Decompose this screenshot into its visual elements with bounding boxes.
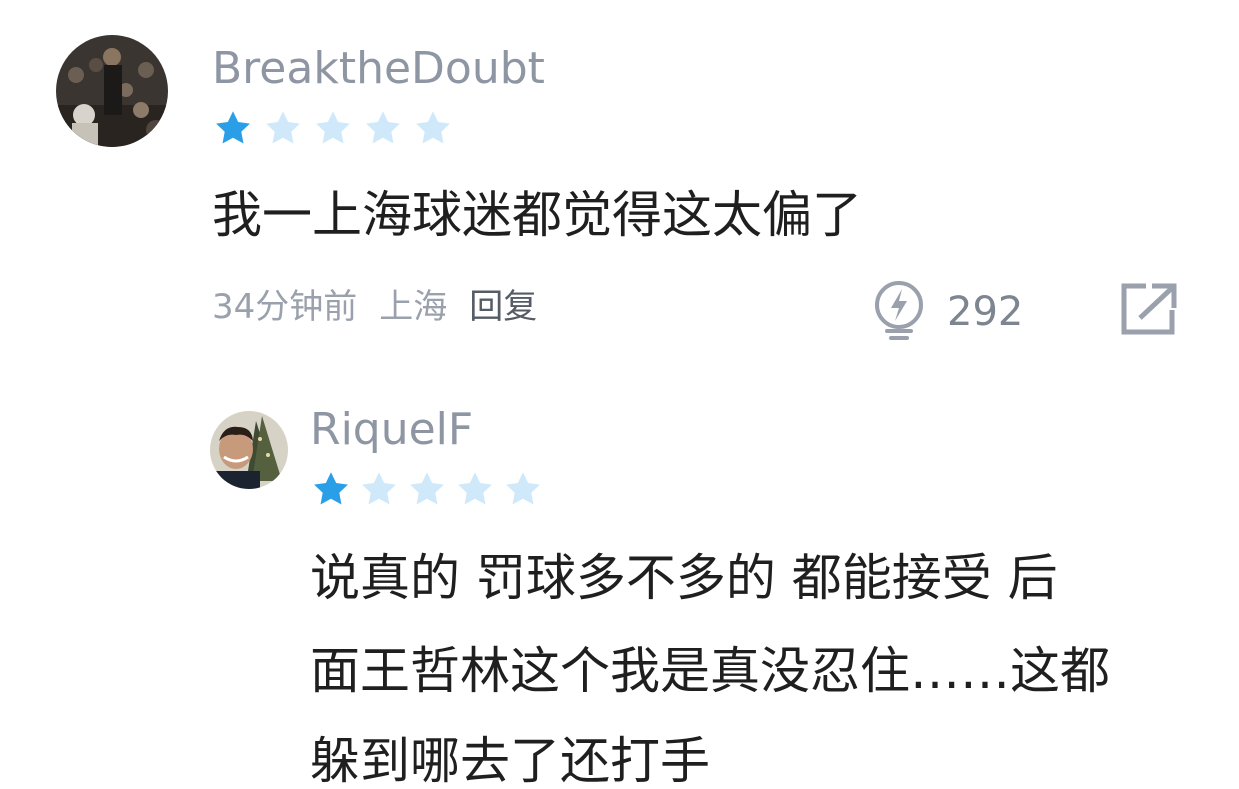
comment-text: 我一上海球迷都觉得这太偏了	[212, 186, 862, 244]
comment-text-line: 说真的 罚球多不多的 都能接受 后	[310, 549, 1058, 607]
star-icon	[504, 471, 542, 507]
star-rating	[214, 110, 452, 146]
star-icon	[414, 110, 452, 146]
avatar[interactable]	[210, 411, 288, 489]
star-icon	[456, 471, 494, 507]
star-icon	[314, 110, 352, 146]
star-icon	[364, 110, 402, 146]
avatar-image	[56, 35, 168, 147]
like-count: 292	[947, 289, 1024, 335]
star-icon	[264, 110, 302, 146]
comment-meta: 34分钟前 上海 回复	[212, 290, 537, 324]
comment-list: BreaktheDoubt 我一上海球迷都觉得这太偏了 34分钟前 上海 回复	[0, 0, 1239, 789]
star-icon	[408, 471, 446, 507]
share-arrow-icon[interactable]	[1120, 282, 1178, 336]
comment-text-line: 躲到哪去了还打手	[310, 732, 710, 789]
comment-time: 34分钟前	[212, 287, 358, 327]
star-rating	[312, 471, 542, 507]
star-icon	[312, 471, 350, 507]
comment-text-line: 面王哲林这个我是真没忍住……这都	[310, 642, 1110, 700]
reply-button[interactable]: 回复	[469, 290, 537, 324]
avatar-image	[210, 411, 288, 489]
star-icon	[360, 471, 398, 507]
comment-location: 上海	[379, 287, 448, 327]
star-icon	[214, 110, 252, 146]
lightbulb-bolt-icon[interactable]	[870, 279, 928, 341]
username[interactable]: BreaktheDoubt	[212, 47, 545, 91]
username[interactable]: RiquelF	[310, 408, 473, 452]
avatar[interactable]	[56, 35, 168, 147]
